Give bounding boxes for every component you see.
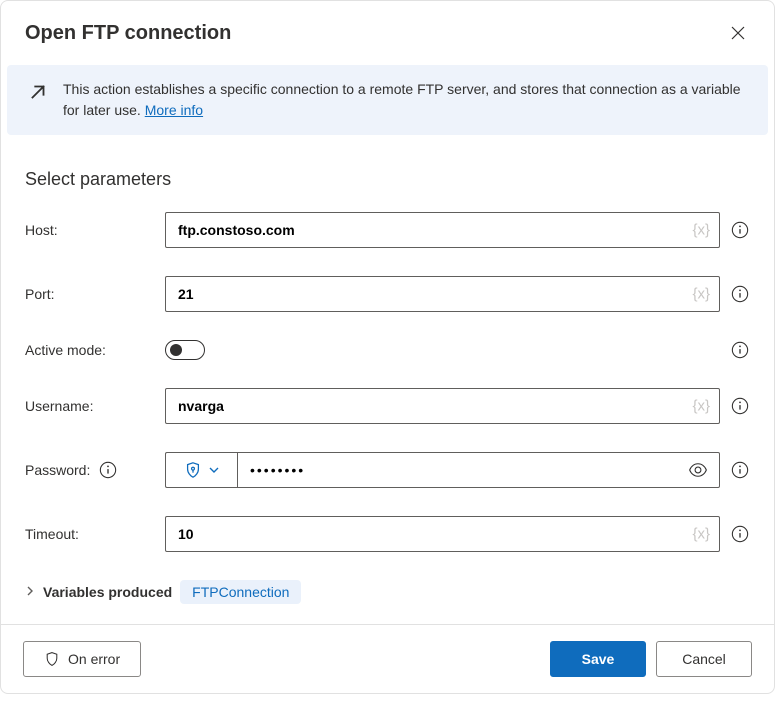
password-label: Password: (25, 462, 90, 478)
host-label: Host: (25, 222, 165, 238)
password-input[interactable] (237, 452, 720, 488)
timeout-row: Timeout: {x} (25, 516, 750, 552)
info-icon[interactable] (730, 284, 750, 304)
arrow-out-icon (27, 81, 49, 121)
dialog-title: Open FTP connection (25, 22, 231, 45)
username-input[interactable] (165, 388, 720, 424)
port-row: Port: {x} (25, 276, 750, 312)
toggle-knob (170, 344, 182, 356)
host-input[interactable] (165, 212, 720, 248)
port-input[interactable] (165, 276, 720, 312)
variables-produced-section[interactable]: Variables produced FTPConnection (25, 580, 750, 604)
info-icon[interactable] (730, 340, 750, 360)
variables-produced-label: Variables produced (43, 584, 172, 600)
more-info-link[interactable]: More info (145, 102, 203, 118)
info-banner: This action establishes a specific conne… (7, 65, 768, 135)
info-icon[interactable] (730, 396, 750, 416)
save-button[interactable]: Save (550, 641, 646, 677)
close-button[interactable] (726, 21, 750, 45)
timeout-input[interactable] (165, 516, 720, 552)
password-row: Password: (25, 452, 750, 488)
info-icon[interactable] (730, 220, 750, 240)
chevron-down-icon (208, 464, 220, 476)
dialog-header: Open FTP connection (1, 1, 774, 57)
info-icon[interactable] (98, 460, 118, 480)
cancel-button[interactable]: Cancel (656, 641, 752, 677)
shield-outline-icon (44, 651, 60, 667)
username-row: Username: {x} (25, 388, 750, 424)
dialog-content: Select parameters Host: {x} Port: {x} (1, 143, 774, 624)
port-label: Port: (25, 286, 165, 302)
close-icon (730, 25, 746, 41)
password-type-select[interactable] (165, 452, 237, 488)
section-title: Select parameters (25, 169, 750, 190)
dialog-footer: On error Save Cancel (1, 624, 774, 693)
shield-icon (184, 461, 202, 479)
host-row: Host: {x} (25, 212, 750, 248)
active-mode-label: Active mode: (25, 342, 165, 358)
banner-text: This action establishes a specific conne… (63, 79, 748, 121)
info-icon[interactable] (730, 524, 750, 544)
timeout-label: Timeout: (25, 526, 165, 542)
on-error-button[interactable]: On error (23, 641, 141, 677)
eye-icon (688, 460, 708, 480)
dialog: Open FTP connection This action establis… (0, 0, 775, 694)
variable-badge[interactable]: FTPConnection (180, 580, 301, 604)
active-mode-row: Active mode: (25, 340, 750, 360)
username-label: Username: (25, 398, 165, 414)
chevron-right-icon (25, 585, 35, 599)
info-icon[interactable] (730, 460, 750, 480)
active-mode-toggle[interactable] (165, 340, 205, 360)
show-password-button[interactable] (684, 456, 712, 484)
on-error-label: On error (68, 651, 120, 667)
